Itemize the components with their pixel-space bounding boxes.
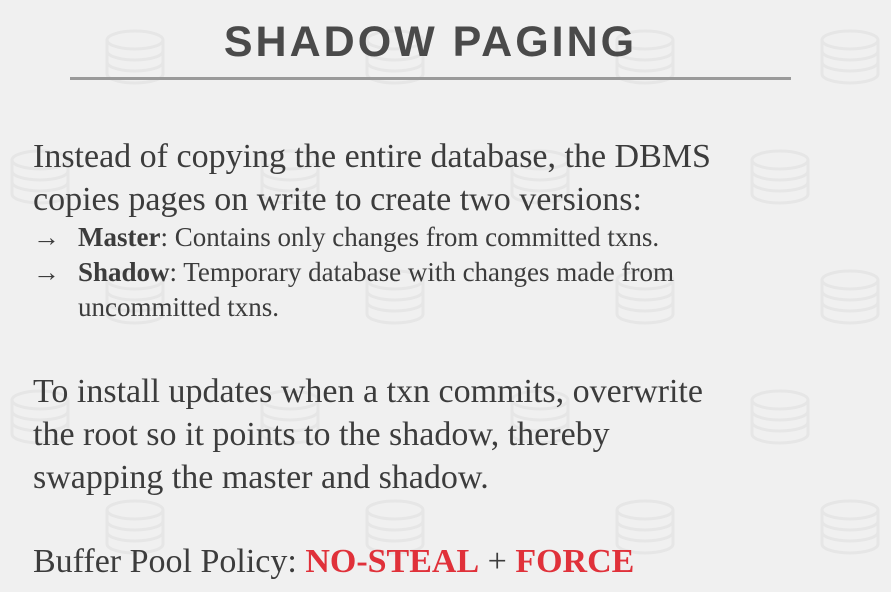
master-description: : Contains only changes from committed t… [160,222,660,252]
intro-paragraph: Instead of copying the entire database, … [33,135,873,221]
install-line-3: swapping the master and shadow. [33,459,489,496]
policy-force: FORCE [515,543,635,580]
policy-plus: + [479,543,516,580]
policy-label: Buffer Pool Policy: [33,543,306,580]
shadow-description: : Temporary database with changes made f… [169,257,674,287]
intro-line-1: Instead of copying the entire database, … [33,138,711,175]
install-line-1: To install updates when a txn commits, o… [33,373,703,410]
arrow-right-icon: → [33,222,60,252]
shadow-description-continued: uncommitted txns. [78,292,279,322]
install-line-2: the root so it points to the shadow, the… [33,416,610,453]
term-master: Master [78,222,161,252]
slide: SHADOW PAGING Instead of copying the ent… [0,0,891,592]
install-paragraph: To install updates when a txn commits, o… [33,370,873,499]
intro-line-2: copies pages on write to create two vers… [33,181,642,218]
title-divider [70,77,791,80]
arrow-right-icon: → [33,257,60,287]
policy-no-steal: NO-STEAL [305,543,480,580]
list-item-shadow: → Shadow: Temporary database with change… [33,255,833,325]
buffer-pool-policy: Buffer Pool Policy: NO-STEAL + FORCE [33,540,873,583]
slide-title: SHADOW PAGING [223,18,638,66]
versions-list: → Master: Contains only changes from com… [33,220,833,325]
term-shadow: Shadow [78,257,170,287]
list-item-master: → Master: Contains only changes from com… [33,220,833,255]
